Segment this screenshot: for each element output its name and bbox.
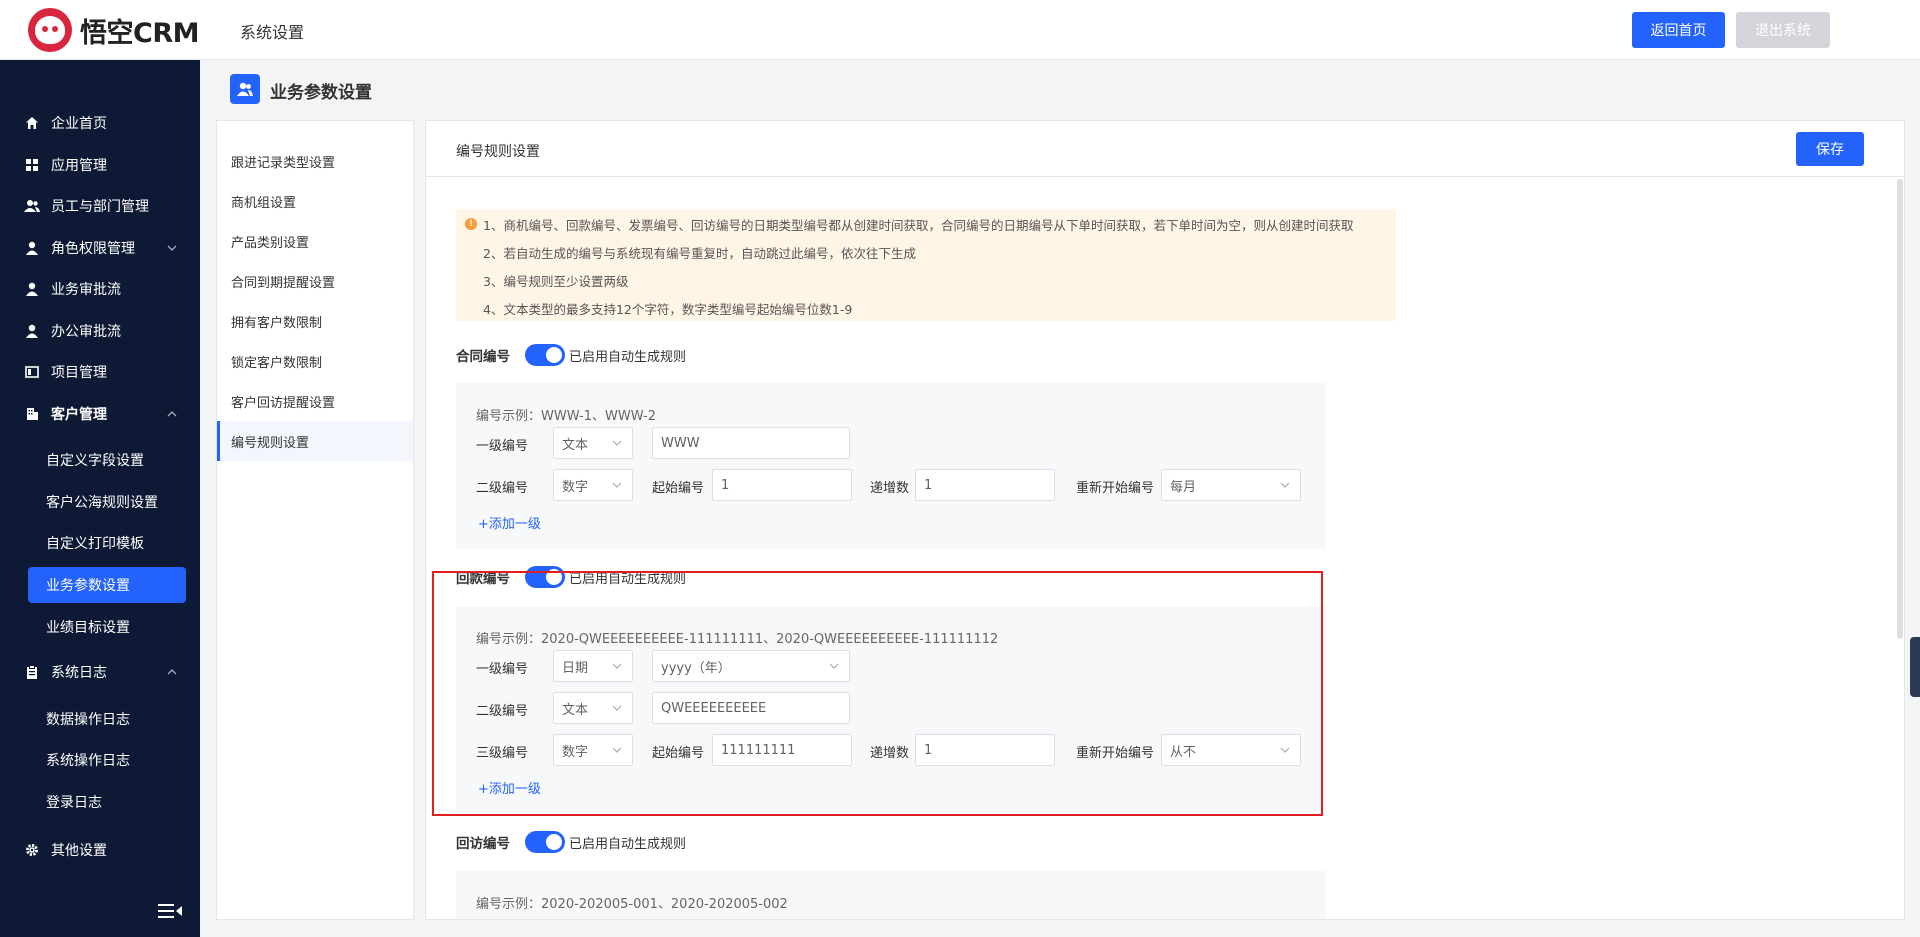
chevron-down-icon — [612, 482, 622, 488]
scrollbar[interactable] — [1897, 179, 1903, 639]
menu-item-opportunity-groups[interactable]: 商机组设置 — [217, 181, 413, 221]
menu-item-lock-limit[interactable]: 锁定客户数限制 — [217, 341, 413, 381]
sidebar-item-office-approval[interactable]: 办公审批流 — [0, 311, 200, 351]
rule-name: 合同编号 — [456, 349, 510, 365]
sidebar-sub-login-log[interactable]: 登录日志 — [28, 784, 186, 820]
start-number-input[interactable]: 1 — [712, 469, 852, 501]
sidebar-item-logs[interactable]: 系统日志 — [0, 652, 200, 692]
sidebar-item-home[interactable]: 企业首页 — [0, 103, 200, 143]
panel-header: 编号规则设置 保存 — [426, 121, 1904, 177]
sidebar-sub-pool-rules[interactable]: 客户公海规则设置 — [28, 484, 186, 520]
step-label: 递增数 — [870, 481, 910, 496]
contract-rule-box: 编号示例：WWW-1、WWW-2 一级编号 文本 WWW 二级编号 数字 起始编… — [456, 383, 1326, 549]
visit-rule-box: 编号示例：2020-202005-001、2020-202005-002 — [456, 871, 1326, 919]
start-label: 起始编号 — [652, 481, 705, 496]
restart-select[interactable]: 每月 — [1161, 469, 1301, 501]
level-label: 二级编号 — [476, 481, 529, 496]
contract-rule-header: 合同编号 已启用自动生成规则 — [456, 344, 686, 366]
logo[interactable]: 悟空CRM — [28, 8, 199, 52]
page-title: 业务参数设置 — [270, 83, 372, 103]
visit-rule-header: 回访编号 已启用自动生成规则 — [456, 831, 686, 853]
notice-box: ! 1、商机编号、回款编号、发票编号、回访编号的日期类型编号都从创建时间获取，合… — [456, 209, 1396, 321]
user-icon — [24, 240, 40, 256]
warning-icon: ! — [465, 218, 477, 230]
chevron-up-icon — [167, 411, 177, 417]
sidebar-item-apps[interactable]: 应用管理 — [0, 145, 200, 185]
rule-example: 编号示例：2020-202005-001、2020-202005-002 — [476, 897, 788, 912]
header-title: 系统设置 — [240, 23, 305, 42]
sidebar-item-roles[interactable]: 角色权限管理 — [0, 228, 200, 268]
menu-item-number-rules[interactable]: 编号规则设置 — [217, 421, 413, 461]
sidebar-item-biz-approval[interactable]: 业务审批流 — [0, 269, 200, 309]
side-widget[interactable] — [1910, 637, 1920, 697]
menu-item-product-categories[interactable]: 产品类别设置 — [217, 221, 413, 261]
settings-menu: 跟进记录类型设置 商机组设置 产品类别设置 合同到期提醒设置 拥有客户数限制 锁… — [216, 120, 414, 920]
grid-icon — [24, 157, 40, 173]
menu-item-contract-reminder[interactable]: 合同到期提醒设置 — [217, 261, 413, 301]
top-header: 悟空CRM 系统设置 返回首页 退出系统 — [0, 0, 1920, 60]
switch-label: 已启用自动生成规则 — [569, 350, 687, 365]
notice-line-1: 1、商机编号、回款编号、发票编号、回访编号的日期类型编号都从创建时间获取，合同编… — [483, 218, 1354, 233]
sidebar: 企业首页 应用管理 员工与部门管理 角色权限管理 业务审批流 办公审批流 项目管… — [0, 60, 200, 937]
chevron-down-icon — [612, 440, 622, 446]
menu-item-own-limit[interactable]: 拥有客户数限制 — [217, 301, 413, 341]
logo-text: 悟空CRM — [80, 17, 199, 49]
level2-type-select[interactable]: 数字 — [553, 469, 633, 501]
menu-item-visit-reminder[interactable]: 客户回访提醒设置 — [217, 381, 413, 421]
menu-item-follow-types[interactable]: 跟进记录类型设置 — [217, 141, 413, 181]
sidebar-item-other[interactable]: 其他设置 — [0, 830, 200, 870]
sidebar-sub-data-log[interactable]: 数据操作日志 — [28, 701, 186, 737]
building-icon — [24, 406, 40, 422]
back-home-button[interactable]: 返回首页 — [1632, 12, 1725, 48]
level1-type-select[interactable]: 文本 — [553, 427, 633, 459]
sidebar-sub-print-template[interactable]: 自定义打印模板 — [28, 525, 186, 561]
rule-example: 编号示例：WWW-1、WWW-2 — [476, 409, 656, 424]
contract-rule-switch[interactable] — [525, 344, 565, 366]
step-input[interactable]: 1 — [915, 469, 1055, 501]
level-label: 一级编号 — [476, 439, 529, 454]
home-icon — [24, 115, 40, 131]
project-icon — [24, 364, 40, 380]
save-button[interactable]: 保存 — [1796, 132, 1864, 166]
collapse-menu-icon[interactable] — [158, 902, 182, 920]
users-icon — [24, 198, 40, 214]
sidebar-sub-custom-fields[interactable]: 自定义字段设置 — [28, 442, 186, 478]
chevron-down-icon — [167, 245, 177, 251]
restart-label: 重新开始编号 — [1076, 481, 1155, 496]
gear-icon — [24, 842, 40, 858]
rule-name: 回访编号 — [456, 836, 510, 852]
visit-rule-switch[interactable] — [525, 831, 565, 853]
clipboard-icon — [24, 664, 40, 680]
chevron-down-icon — [1280, 482, 1290, 488]
add-level-link[interactable]: +添加一级 — [478, 513, 541, 532]
notice-line-3: 3、编号规则至少设置两级 — [483, 274, 629, 289]
sidebar-sub-performance[interactable]: 业绩目标设置 — [28, 609, 186, 645]
notice-line-4: 4、文本类型的最多支持12个字符，数字类型编号起始编号位数1-9 — [483, 302, 853, 317]
user-icon — [24, 323, 40, 339]
sidebar-item-staff[interactable]: 员工与部门管理 — [0, 186, 200, 226]
monkey-logo-icon — [28, 8, 72, 52]
sidebar-sub-system-log[interactable]: 系统操作日志 — [28, 742, 186, 778]
level1-value-input[interactable]: WWW — [652, 427, 850, 459]
logout-button[interactable]: 退出系统 — [1736, 12, 1830, 48]
user-icon — [24, 281, 40, 297]
chevron-up-icon — [167, 669, 177, 675]
users-icon — [230, 74, 260, 104]
sidebar-item-projects[interactable]: 项目管理 — [0, 352, 200, 392]
switch-label: 已启用自动生成规则 — [569, 837, 687, 852]
notice-line-2: 2、若自动生成的编号与系统现有编号重复时，自动跳过此编号，依次往下生成 — [483, 246, 916, 261]
sidebar-sub-biz-params[interactable]: 业务参数设置 — [28, 567, 186, 603]
panel-title: 编号规则设置 — [456, 144, 540, 160]
highlight-annotation — [432, 571, 1323, 816]
sidebar-item-customers[interactable]: 客户管理 — [0, 394, 200, 434]
